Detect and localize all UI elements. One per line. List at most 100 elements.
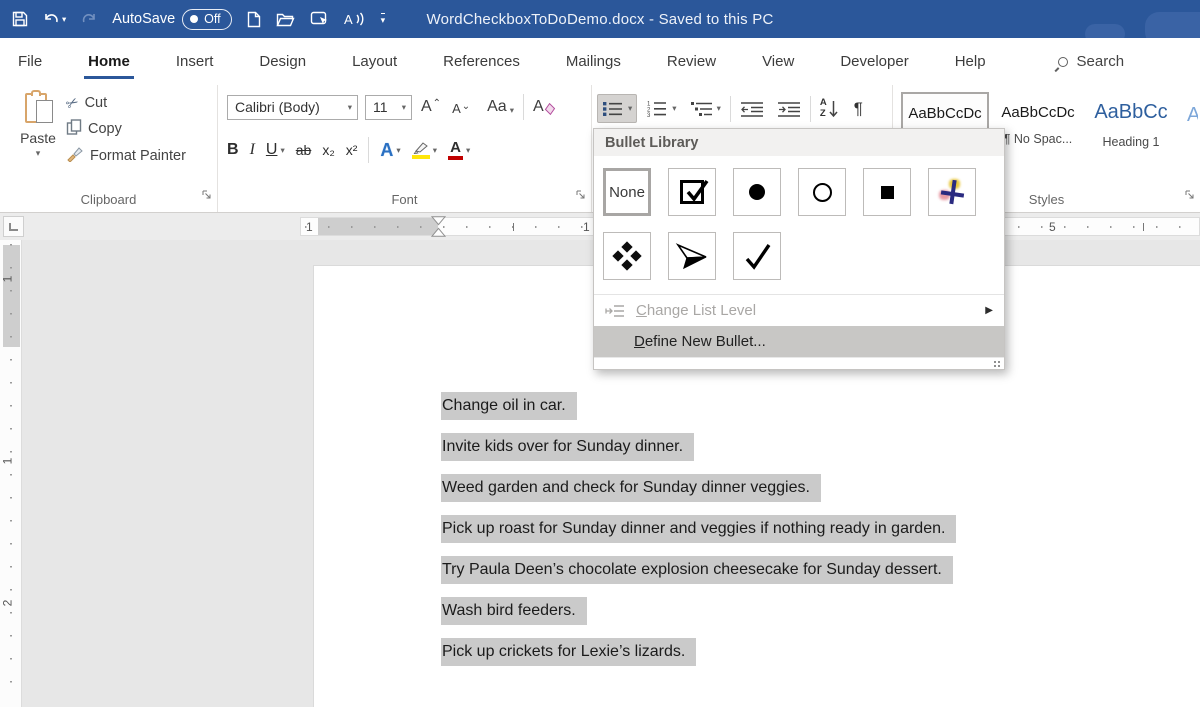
paste-button[interactable]: Paste ▾ — [14, 90, 62, 159]
bullet-checked-checkbox[interactable] — [668, 168, 716, 216]
sort-button[interactable]: AZ — [816, 94, 843, 123]
subscript-button[interactable]: x₂ — [322, 142, 334, 158]
bullets-button[interactable]: ▾ — [597, 94, 638, 123]
grow-font-button[interactable]: A ⌃ — [419, 98, 443, 116]
todo-line[interactable]: Invite kids over for Sunday dinner. — [441, 433, 956, 461]
text-effects-button[interactable]: A ▾ — [380, 140, 400, 161]
font-name-caret-icon[interactable]: ▾ — [348, 102, 352, 113]
clipboard-dialog-launcher-icon[interactable] — [202, 187, 212, 205]
italic-button[interactable]: I — [250, 141, 255, 159]
open-folder-icon[interactable] — [276, 12, 295, 27]
tab-insert[interactable]: Insert — [174, 38, 216, 85]
style-heading-1[interactable]: AaBbCc Heading 1 — [1087, 92, 1175, 158]
tab-help[interactable]: Help — [953, 38, 988, 85]
submenu-arrow-icon: ▶ — [985, 305, 993, 316]
show-formatting-marks-button[interactable]: ¶ — [848, 94, 869, 123]
todo-line[interactable]: Wash bird feeders. — [441, 597, 956, 625]
autosave-control[interactable]: AutoSave Off — [112, 8, 232, 30]
underline-button[interactable]: U ▾ — [266, 141, 285, 159]
search-box[interactable]: Search — [1057, 53, 1125, 70]
autosave-toggle[interactable]: Off — [182, 8, 232, 30]
clear-formatting-button[interactable]: A — [531, 98, 556, 116]
tab-file[interactable]: File — [16, 38, 44, 85]
bullets-caret-icon[interactable]: ▾ — [628, 103, 632, 114]
superscript-button[interactable]: x² — [346, 142, 358, 158]
ribbon-tab-bar: File Home Insert Design Layout Reference… — [0, 38, 1200, 85]
numbering-caret-icon[interactable]: ▾ — [672, 103, 676, 114]
clipboard-group-label: Clipboard — [80, 192, 137, 207]
bullet-filled-circle[interactable] — [733, 168, 781, 216]
highlight-color-button[interactable]: ▾ — [411, 141, 437, 159]
multilevel-list-icon — [690, 101, 712, 116]
tab-mailings[interactable]: Mailings — [564, 38, 623, 85]
menu-resize-grip[interactable] — [594, 357, 1004, 370]
undo-button[interactable]: ▾ — [43, 11, 66, 27]
tab-design[interactable]: Design — [257, 38, 308, 85]
change-case-button[interactable]: Aa ▾ — [485, 98, 516, 116]
tab-review[interactable]: Review — [665, 38, 718, 85]
bullet-none[interactable]: None — [603, 168, 651, 216]
todo-line[interactable]: Try Paula Deen’s chocolate explosion che… — [441, 556, 956, 584]
quick-access-toolbar: ▾ AutoSave Off A ▾ — [12, 0, 386, 38]
tab-view[interactable]: View — [760, 38, 796, 85]
font-color-caret-icon[interactable]: ▾ — [466, 145, 470, 156]
text-effects-caret-icon[interactable]: ▾ — [396, 145, 400, 156]
underline-caret-icon[interactable]: ▾ — [280, 145, 284, 156]
increase-indent-button[interactable] — [773, 94, 805, 123]
style-no-spacing[interactable]: AaBbCcDc ¶ No Spac... — [994, 92, 1082, 158]
search-label: Search — [1076, 53, 1125, 70]
highlight-caret-icon[interactable]: ▾ — [433, 145, 437, 156]
bold-button[interactable]: B — [227, 141, 239, 159]
strikethrough-button[interactable]: ab — [296, 142, 312, 158]
tab-layout[interactable]: Layout — [350, 38, 399, 85]
style-heading-2[interactable]: A — [1180, 92, 1198, 158]
bullet-four-diamonds[interactable] — [603, 232, 651, 280]
numbering-button[interactable]: 123 ▾ — [642, 94, 680, 123]
customize-qat-icon[interactable]: ▾ — [380, 13, 386, 25]
indent-marker[interactable] — [430, 216, 447, 242]
shrink-font-button[interactable]: A ⌄ — [450, 99, 472, 116]
save-icon[interactable] — [12, 11, 28, 27]
sort-arrow-icon — [829, 100, 838, 117]
read-aloud-icon[interactable]: A — [344, 11, 366, 27]
font-color-button[interactable]: A ▾ — [447, 140, 470, 160]
tab-references[interactable]: References — [441, 38, 522, 85]
numbered-list-icon: 123 — [647, 102, 667, 117]
touch-mouse-mode-icon[interactable] — [310, 11, 329, 27]
multilevel-list-button[interactable]: ▾ — [686, 94, 725, 123]
bullet-open-circle[interactable] — [798, 168, 846, 216]
todo-line[interactable]: Pick up roast for Sunday dinner and vegg… — [441, 515, 957, 543]
define-new-bullet-item[interactable]: Define New Bullet... — [594, 326, 1004, 357]
bullet-arrow[interactable] — [668, 232, 716, 280]
bullet-colored-star[interactable] — [928, 168, 976, 216]
paste-label: Paste — [20, 130, 56, 146]
paste-caret-icon[interactable]: ▾ — [14, 148, 62, 159]
cut-button[interactable]: ✂ Cut — [63, 93, 186, 114]
undo-caret-icon[interactable]: ▾ — [62, 14, 66, 25]
scissors-icon: ✂ — [62, 92, 83, 114]
autosave-state: Off — [204, 12, 221, 26]
bullet-library-header: Bullet Library — [594, 129, 1004, 156]
font-size-caret-icon[interactable]: ▾ — [402, 102, 406, 113]
four-diamonds-icon — [612, 241, 642, 271]
bullet-checkmark[interactable] — [733, 232, 781, 280]
copy-button[interactable]: Copy — [66, 119, 186, 139]
styles-dialog-launcher-icon[interactable] — [1185, 187, 1195, 205]
todo-line[interactable]: Weed garden and check for Sunday dinner … — [441, 474, 956, 502]
font-dialog-launcher-icon[interactable] — [576, 187, 586, 205]
font-name-combobox[interactable]: Calibri (Body) ▾ — [227, 94, 358, 120]
todo-line[interactable]: Change oil in car. — [441, 392, 956, 420]
decrease-indent-button[interactable] — [736, 94, 768, 123]
multilevel-caret-icon[interactable]: ▾ — [717, 103, 721, 114]
bullet-filled-square[interactable] — [863, 168, 911, 216]
tab-stop-selector[interactable] — [3, 216, 24, 237]
format-painter-button[interactable]: Format Painter — [66, 146, 186, 166]
todo-line[interactable]: Pick up crickets for Lexie’s lizards. — [441, 638, 956, 666]
font-size-combobox[interactable]: 11 ▾ — [365, 94, 412, 120]
tab-home[interactable]: Home — [84, 38, 134, 85]
bullet-library-menu: Bullet Library None Change List Level ▶ … — [593, 128, 1005, 370]
change-list-level-item[interactable]: Change List Level ▶ — [594, 295, 1004, 326]
new-document-icon[interactable] — [247, 11, 261, 28]
tab-developer[interactable]: Developer — [838, 38, 910, 85]
redo-icon[interactable] — [81, 11, 97, 27]
